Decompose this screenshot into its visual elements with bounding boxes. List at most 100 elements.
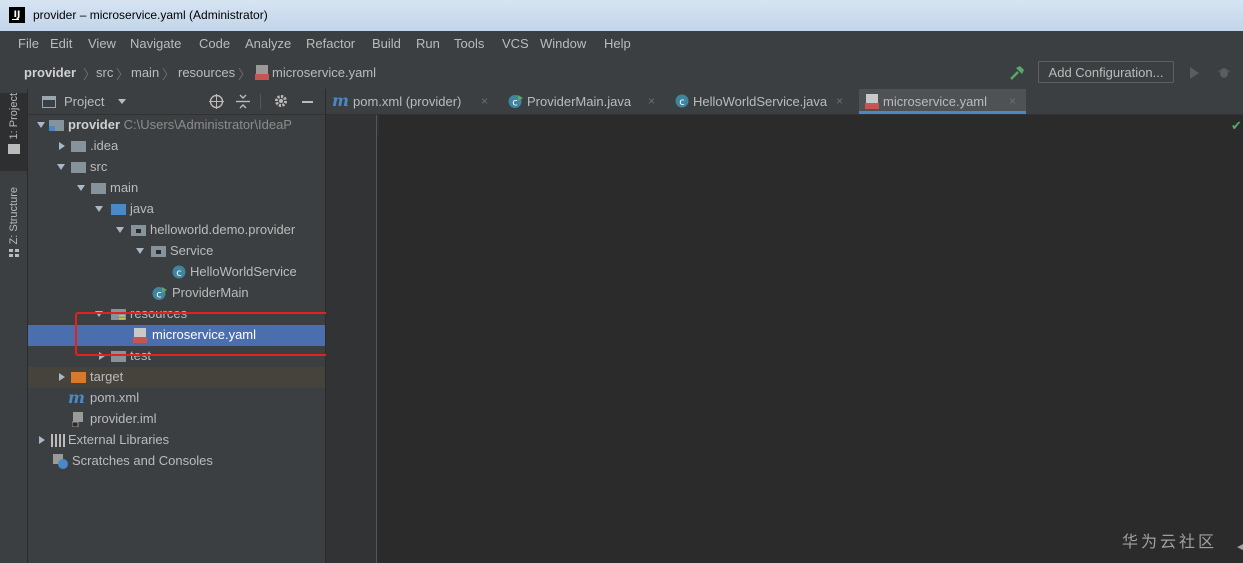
java-class-icon: c (675, 94, 689, 108)
tree-item-test[interactable]: test (28, 346, 325, 367)
menu-view[interactable]: View (88, 36, 116, 51)
debug-bug-icon[interactable] (1218, 65, 1230, 79)
maven-icon: m (68, 388, 85, 407)
breadcrumb-provider[interactable]: provider (24, 65, 76, 80)
chevron-down-icon[interactable] (116, 227, 124, 233)
project-view-icon (42, 96, 56, 108)
menu-build[interactable]: Build (372, 36, 401, 51)
menu-file[interactable]: File (18, 36, 39, 51)
chevron-right-icon[interactable] (39, 436, 45, 444)
tree-item-package-service[interactable]: Service (28, 241, 325, 262)
header-divider (260, 94, 261, 109)
menu-tools[interactable]: Tools (454, 36, 484, 51)
tree-item-label: External Libraries (68, 432, 170, 447)
add-configuration-button[interactable]: Add Configuration... (1038, 61, 1174, 83)
menu-window[interactable]: Window (540, 36, 586, 51)
module-path: C:\Users\Administrator\IdeaP (123, 117, 292, 132)
tree-item-providermain[interactable]: c ProviderMain (28, 283, 325, 304)
menu-refactor[interactable]: Refactor (306, 36, 355, 51)
module-folder-icon (49, 120, 64, 131)
tree-item-provider[interactable]: provider C:\Users\Administrator\IdeaP (28, 115, 325, 136)
tree-item-scratches-and-consoles[interactable]: Scratches and Consoles (28, 451, 325, 472)
tree-item-package-provider[interactable]: helloworld.demo.provider (28, 220, 325, 241)
tool-window-structure-tab[interactable]: Z: Structure (0, 187, 27, 277)
menu-help[interactable]: Help (604, 36, 631, 51)
close-icon[interactable]: × (481, 94, 488, 108)
chevron-down-icon[interactable] (37, 122, 45, 128)
tree-item-provider-iml[interactable]: provider.iml (28, 409, 325, 430)
breadcrumb-main[interactable]: main (131, 65, 159, 80)
chevron-down-icon[interactable] (95, 206, 103, 212)
tab-microservice-yaml[interactable]: microservice.yaml × (859, 89, 1026, 114)
chevron-down-icon[interactable] (136, 248, 144, 254)
tree-item-pom-xml[interactable]: m pom.xml (28, 388, 325, 409)
collapse-all-icon[interactable] (236, 94, 250, 109)
tree-item-label: provider (68, 117, 121, 132)
tree-item-target[interactable]: target (28, 367, 325, 388)
tree-item-label: test (130, 348, 151, 363)
menu-bar: File Edit View Navigate Code Analyze Ref… (0, 31, 1243, 58)
menu-analyze[interactable]: Analyze (245, 36, 291, 51)
close-icon[interactable]: × (836, 94, 843, 108)
menu-edit[interactable]: Edit (50, 36, 72, 51)
chevron-down-icon[interactable] (118, 99, 126, 104)
gear-icon[interactable] (274, 94, 288, 108)
close-icon[interactable]: × (1009, 94, 1016, 108)
folder-icon (7, 144, 20, 155)
menu-vcs[interactable]: VCS (502, 36, 529, 51)
tree-item-idea[interactable]: .idea (28, 136, 325, 157)
tree-item-label: microservice.yaml (152, 327, 257, 342)
menu-code[interactable]: Code (199, 36, 230, 51)
run-icon[interactable] (1190, 67, 1199, 79)
chevron-down-icon[interactable] (77, 185, 85, 191)
chevron-down-icon[interactable] (95, 311, 103, 317)
scratches-icon (53, 454, 68, 469)
folder-icon (71, 162, 86, 173)
code-editor[interactable]: ✔ (326, 115, 1243, 563)
tree-item-external-libraries[interactable]: External Libraries (28, 430, 325, 451)
tree-item-main[interactable]: main (28, 178, 325, 199)
tree-item-label: target (90, 369, 124, 384)
project-tool-window: Project provider C:\Users\Administrator\… (28, 89, 325, 563)
tree-item-label: Scratches and Consoles (72, 453, 213, 468)
inspection-ok-check-icon: ✔ (1231, 118, 1242, 133)
hide-panel-icon[interactable] (302, 101, 313, 103)
tool-window-project-tab[interactable]: 1: Project (0, 93, 27, 171)
resources-folder-icon (111, 309, 126, 320)
locate-file-icon[interactable] (209, 94, 224, 109)
excluded-folder-icon (71, 372, 86, 383)
window-titlebar: IJ provider – microservice.yaml (Adminis… (0, 0, 1243, 31)
tree-item-java[interactable]: java (28, 199, 325, 220)
tree-item-label: Service (170, 243, 214, 258)
yaml-file-icon (133, 328, 147, 343)
folder-icon (91, 183, 106, 194)
tab-helloworldservice-java[interactable]: c HelloWorldService.java × (671, 89, 851, 114)
chevron-right-icon[interactable] (99, 352, 105, 360)
tree-item-label: helloworld.demo.provider (150, 222, 296, 237)
maven-icon: m (332, 91, 349, 110)
breadcrumb-src[interactable]: src (96, 65, 113, 80)
menu-navigate[interactable]: Navigate (130, 36, 181, 51)
tab-pom-xml[interactable]: m pom.xml (provider) × (326, 89, 496, 114)
tree-item-label: ProviderMain (172, 285, 249, 300)
chevron-right-icon[interactable] (59, 373, 65, 381)
breadcrumb-separator: 〉 (116, 67, 130, 82)
chevron-down-icon[interactable] (57, 164, 65, 170)
tree-item-microservice-yaml[interactable]: microservice.yaml (28, 325, 325, 346)
breadcrumb-resources[interactable]: resources (178, 65, 235, 80)
iml-file-icon (72, 412, 83, 427)
tree-item-resources[interactable]: resources (28, 304, 325, 325)
tree-item-src[interactable]: src (28, 157, 325, 178)
build-hammer-icon[interactable] (1009, 65, 1025, 81)
tree-item-helloworldservice[interactable]: c HelloWorldService (28, 262, 325, 283)
yaml-file-icon (865, 94, 879, 109)
libraries-icon (51, 434, 65, 447)
project-panel-title[interactable]: Project (64, 94, 104, 109)
menu-run[interactable]: Run (416, 36, 440, 51)
close-icon[interactable]: × (648, 94, 655, 108)
java-class-icon: c (172, 265, 186, 279)
tab-providermain-java[interactable]: c ProviderMain.java × (503, 89, 663, 114)
chevron-right-icon[interactable] (59, 142, 65, 150)
breadcrumb-microservice-yaml[interactable]: microservice.yaml (272, 65, 376, 80)
breadcrumb-separator: 〉 (162, 67, 176, 82)
